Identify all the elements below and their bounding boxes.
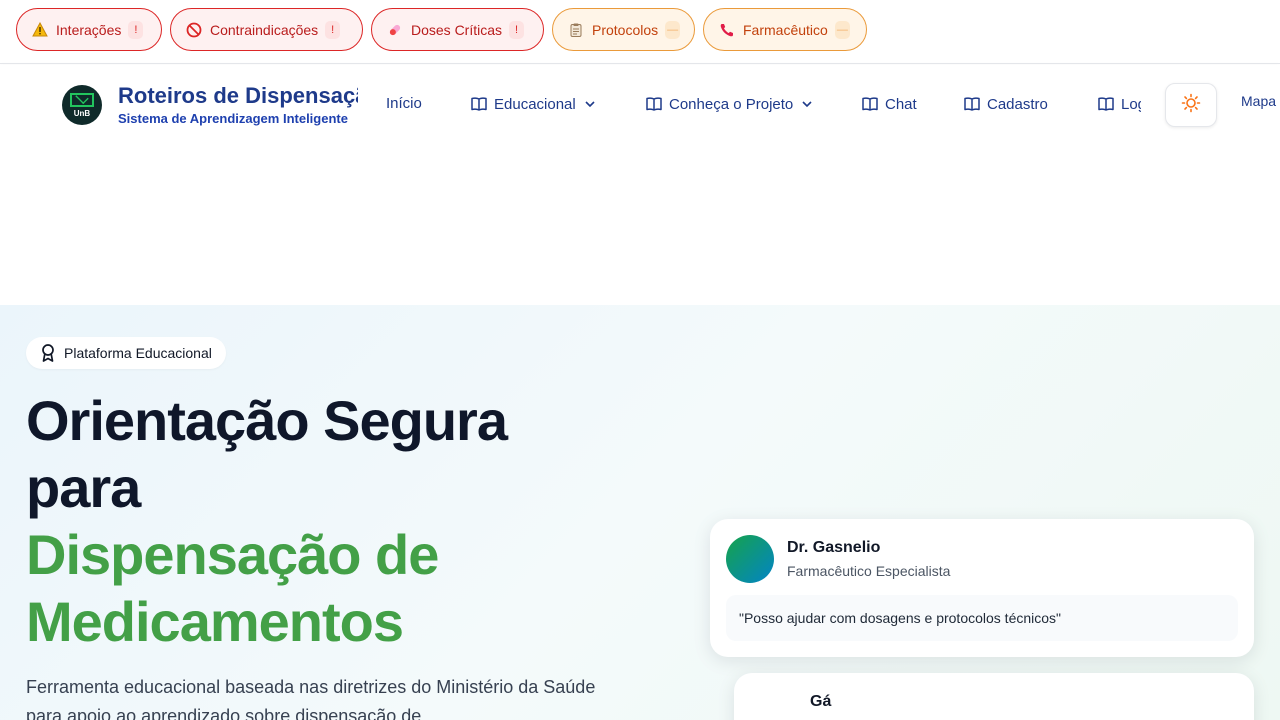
hero-section: Plataforma Educacional Orientação Segura… — [0, 305, 1280, 720]
avatar — [726, 535, 774, 583]
alert-chip-badge: ! — [128, 20, 144, 39]
site-title: Roteiros de Dispensação — [118, 83, 358, 108]
chevron-down-icon — [584, 98, 596, 110]
alert-chip-badge: — — [834, 20, 850, 39]
hero-title-line: para — [26, 456, 141, 519]
logo-text: UnB — [73, 108, 91, 118]
nav-item-conheca-projeto[interactable]: Conheça o Projeto — [645, 95, 813, 113]
nav-item-label: Cadastro — [987, 95, 1048, 113]
sun-icon — [1181, 93, 1201, 118]
assistant-quote: "Posso ajudar com dosagens e protocolos … — [726, 595, 1238, 641]
nav-item-label: Conheça o Projeto — [669, 95, 794, 113]
alert-chip-interacoes[interactable]: Interações ! — [16, 8, 162, 51]
assistant-name: Dr. Gasnelio — [787, 539, 881, 556]
nav-item-educacional[interactable]: Educacional — [470, 95, 596, 113]
book-icon — [470, 95, 488, 113]
nav-item-chat[interactable]: Chat — [861, 95, 917, 113]
assistant-role: Farmacêutico Especialista — [787, 563, 951, 579]
book-icon — [645, 95, 663, 113]
alert-chip-label: Protocolos — [592, 21, 659, 38]
alert-chip-label: Interações — [56, 21, 122, 38]
nav-item-label: Início — [386, 95, 422, 112]
site-subtitle: Sistema de Aprendizagem Inteligente — [118, 111, 348, 126]
assistant-card-second[interactable]: Gá — [734, 673, 1254, 720]
warning-icon — [31, 21, 49, 39]
hero-title: Orientação Segura para Dispensação de Me… — [26, 387, 626, 655]
book-icon — [1097, 95, 1115, 113]
platform-badge: Plataforma Educacional — [26, 337, 226, 369]
alert-chip-badge: ! — [509, 20, 525, 39]
alert-chip-farmaceutico[interactable]: Farmacêutico — — [703, 8, 867, 51]
pill-icon — [386, 21, 404, 39]
nav-item-login[interactable]: Login — [1097, 95, 1141, 113]
unb-logo[interactable]: UnB — [62, 85, 102, 125]
phone-icon — [718, 21, 736, 39]
envelope-icon — [70, 92, 94, 107]
book-icon — [861, 95, 879, 113]
nav-item-label: Mapa — [1241, 93, 1277, 109]
main-navbar: UnB Roteiros de Dispensação Sistema de A… — [0, 65, 1280, 145]
nav-item-mapa[interactable]: Mapa — [1241, 93, 1280, 109]
nav-item-label: Login — [1121, 95, 1141, 113]
assistant-card-gasnelio[interactable]: Dr. Gasnelio Farmacêutico Especialista "… — [710, 519, 1254, 657]
clipboard-icon — [567, 21, 585, 39]
alert-bar: Interações ! Contraindicações ! Doses Cr… — [0, 0, 1280, 64]
prohibited-icon — [185, 21, 203, 39]
platform-badge-label: Plataforma Educacional — [64, 345, 212, 361]
alert-chip-badge: ! — [325, 20, 341, 39]
blank-strip — [0, 145, 1280, 305]
nav-item-cadastro[interactable]: Cadastro — [963, 95, 1048, 113]
hero-description: Ferramenta educacional baseada nas diret… — [26, 677, 596, 720]
alert-chip-doses-criticas[interactable]: Doses Críticas ! — [371, 8, 544, 51]
nav-item-label: Educacional — [494, 95, 576, 113]
hero-title-highlight: Dispensação de — [26, 523, 439, 586]
chevron-down-icon — [801, 98, 813, 110]
alert-chip-label: Contraindicações — [210, 21, 319, 38]
nav-item-inicio[interactable]: Início — [386, 95, 422, 112]
book-icon — [963, 95, 981, 113]
alert-chip-label: Doses Críticas — [411, 21, 503, 38]
award-ribbon-icon — [38, 343, 58, 363]
theme-toggle-button[interactable] — [1165, 83, 1217, 127]
nav-item-label: Chat — [885, 95, 917, 113]
hero-title-line: Orientação Segura — [26, 389, 508, 452]
alert-chip-badge: — — [665, 20, 681, 39]
alert-chip-contraindicacoes[interactable]: Contraindicações ! — [170, 8, 363, 51]
hero-title-highlight: Medicamentos — [26, 590, 404, 653]
brand[interactable]: Roteiros de Dispensação Sistema de Apren… — [118, 83, 358, 126]
alert-chip-protocolos[interactable]: Protocolos — — [552, 8, 695, 51]
alert-chip-label: Farmacêutico — [743, 21, 828, 38]
assistant-name: Gá — [810, 693, 832, 710]
